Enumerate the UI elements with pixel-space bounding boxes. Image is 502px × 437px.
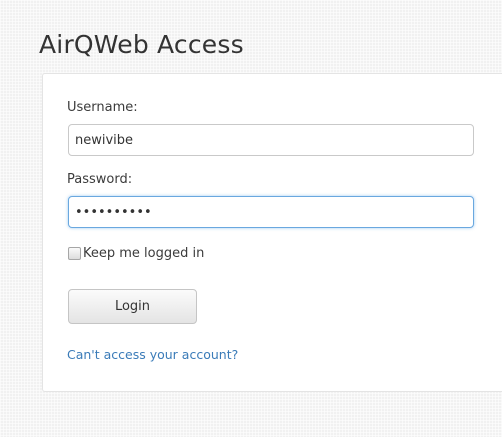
- password-label: Password:: [67, 172, 133, 187]
- remember-me-label[interactable]: Keep me logged in: [83, 246, 204, 261]
- remember-me-checkbox[interactable]: [68, 247, 81, 260]
- account-help-link[interactable]: Can't access your account?: [67, 347, 238, 362]
- username-input[interactable]: [68, 124, 474, 156]
- page-title: AirQWeb Access: [39, 30, 244, 59]
- username-label: Username:: [67, 100, 138, 115]
- login-panel: Username: Password: Keep me logged in Lo…: [42, 73, 502, 392]
- password-input[interactable]: [68, 196, 474, 228]
- remember-me-row[interactable]: Keep me logged in: [68, 246, 204, 261]
- login-button[interactable]: Login: [68, 289, 197, 324]
